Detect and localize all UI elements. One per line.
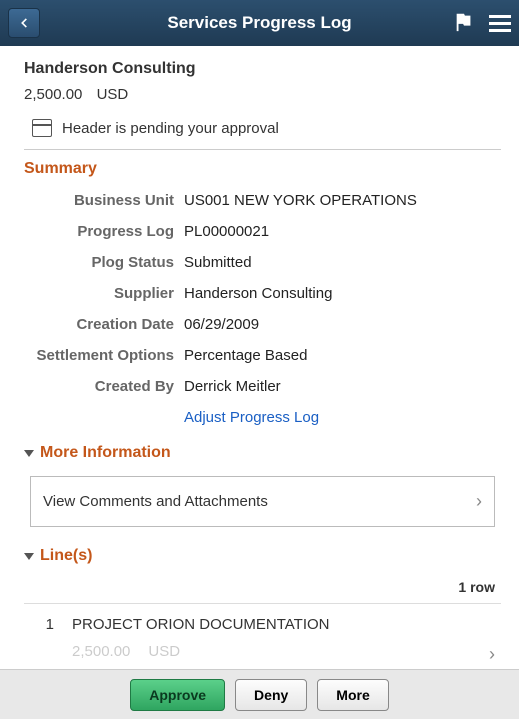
summary-title: Summary	[24, 160, 501, 178]
lines-toggle[interactable]: Line(s)	[24, 547, 501, 565]
line-amount: 2,500.00	[72, 643, 130, 660]
approval-message-row: Header is pending your approval	[32, 119, 501, 137]
field-label: Plog Status	[24, 254, 184, 271]
chevron-left-icon	[17, 16, 31, 30]
document-icon	[32, 119, 52, 137]
field-value: Percentage Based	[184, 347, 501, 364]
field-plog-status: Plog Status Submitted	[24, 254, 501, 271]
menu-icon[interactable]	[489, 15, 511, 32]
field-label: Created By	[24, 378, 184, 395]
field-value: 06/29/2009	[184, 316, 501, 333]
field-supplier: Supplier Handerson Consulting	[24, 285, 501, 302]
approval-message: Header is pending your approval	[62, 120, 279, 137]
field-business-unit: Business Unit US001 NEW YORK OPERATIONS	[24, 192, 501, 209]
deny-button[interactable]: Deny	[235, 679, 307, 711]
line-description: PROJECT ORION DOCUMENTATION	[72, 616, 330, 633]
field-value: Submitted	[184, 254, 501, 271]
more-information-title: More Information	[40, 444, 171, 462]
amount-row: 2,500.00 USD	[24, 86, 501, 103]
line-number: 1	[30, 616, 54, 633]
field-value: PL00000021	[184, 223, 501, 240]
field-settlement-options: Settlement Options Percentage Based	[24, 347, 501, 364]
supplier-name: Handerson Consulting	[24, 60, 501, 78]
line-item[interactable]: 1 PROJECT ORION DOCUMENTATION 2,500.00 U…	[24, 603, 501, 660]
row-count: 1 row	[24, 579, 495, 595]
currency-value: USD	[97, 86, 129, 103]
divider	[24, 149, 501, 150]
back-button[interactable]	[8, 8, 40, 38]
page-title: Services Progress Log	[0, 13, 519, 33]
field-created-by: Created By Derrick Meitler	[24, 378, 501, 395]
line-currency: USD	[148, 643, 180, 660]
amount-value: 2,500.00	[24, 86, 82, 103]
field-value: US001 NEW YORK OPERATIONS	[184, 192, 501, 209]
adjust-progress-log-link[interactable]: Adjust Progress Log	[184, 409, 319, 426]
field-label: Settlement Options	[24, 347, 184, 364]
action-footer: Approve Deny More	[0, 669, 519, 719]
field-progress-log: Progress Log PL00000021	[24, 223, 501, 240]
more-button[interactable]: More	[317, 679, 388, 711]
view-comments-row[interactable]: View Comments and Attachments ›	[30, 476, 495, 527]
flag-icon[interactable]	[453, 11, 475, 36]
chevron-down-icon	[24, 553, 34, 560]
view-comments-label: View Comments and Attachments	[43, 493, 268, 510]
field-creation-date: Creation Date 06/29/2009	[24, 316, 501, 333]
chevron-right-icon: ›	[476, 491, 482, 512]
lines-title: Line(s)	[40, 547, 92, 565]
field-value: Handerson Consulting	[184, 285, 501, 302]
field-label: Supplier	[24, 285, 184, 302]
chevron-right-icon: ›	[489, 644, 495, 665]
chevron-down-icon	[24, 450, 34, 457]
app-header: Services Progress Log	[0, 0, 519, 46]
field-label: Progress Log	[24, 223, 184, 240]
field-value: Derrick Meitler	[184, 378, 501, 395]
field-label: Creation Date	[24, 316, 184, 333]
approve-button[interactable]: Approve	[130, 679, 225, 711]
content-area: Handerson Consulting 2,500.00 USD Header…	[0, 46, 519, 669]
more-information-toggle[interactable]: More Information	[24, 444, 501, 462]
field-label: Business Unit	[24, 192, 184, 209]
